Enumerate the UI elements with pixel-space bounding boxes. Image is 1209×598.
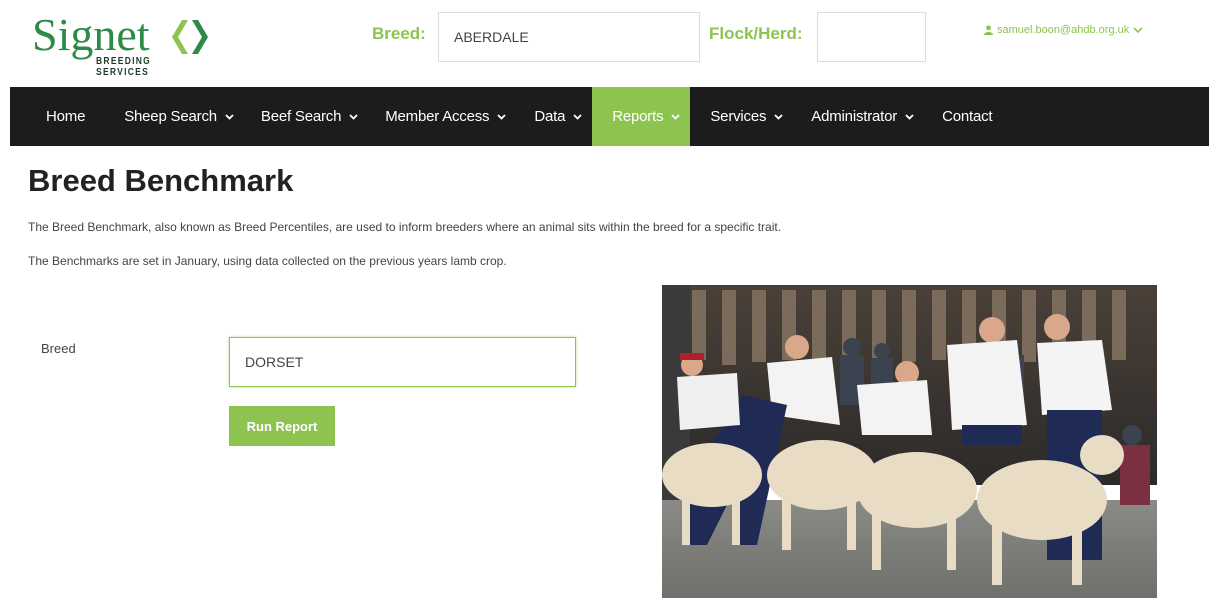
user-menu[interactable]: samuel.boon@ahdb.org.uk xyxy=(984,24,1143,36)
chevron-down-icon xyxy=(497,113,506,120)
user-email: samuel.boon@ahdb.org.uk xyxy=(997,24,1130,36)
nav-item-contact[interactable]: Contact xyxy=(942,87,992,146)
run-report-button[interactable]: Run Report xyxy=(229,406,335,446)
header-flock-input[interactable] xyxy=(817,12,926,62)
nav-item-label: Services xyxy=(710,108,767,125)
nav-item-label: Beef Search xyxy=(260,108,342,125)
chevron-down-icon xyxy=(671,113,681,120)
logo-tagline: BREEDING SERVICES xyxy=(96,56,152,78)
page-description: The Breed Benchmark, also known as Breed… xyxy=(28,220,782,234)
nav-item-services[interactable]: Services xyxy=(690,87,811,146)
chevron-down-icon xyxy=(225,113,234,120)
header-flock-label: Flock/Herd: xyxy=(709,24,803,43)
nav-item-label: Sheep Search xyxy=(124,108,217,125)
site-header: Signet BREEDING SERVICES Breed: Flock/He… xyxy=(0,0,1209,87)
page-description-secondary: The Benchmarks are set in January, using… xyxy=(28,254,507,268)
main-nav: Home Sheep Search Beef Search Member Acc… xyxy=(10,87,1209,146)
nav-item-label: Home xyxy=(46,108,86,125)
chevron-down-icon xyxy=(774,113,783,120)
nav-item-label: Reports xyxy=(612,108,664,125)
page-title: Breed Benchmark xyxy=(28,163,294,198)
header-breed-label: Breed: xyxy=(372,24,426,43)
nav-item-label: Administrator xyxy=(811,108,898,125)
breed-input[interactable] xyxy=(229,337,576,387)
chevron-down-icon xyxy=(573,113,582,120)
nav-item-data[interactable]: Data xyxy=(534,87,592,146)
logo-wordmark: Signet xyxy=(32,9,150,60)
nav-item-administrator[interactable]: Administrator xyxy=(811,87,942,146)
nav-item-label: Contact xyxy=(942,108,993,125)
header-breed-input[interactable] xyxy=(438,12,700,62)
chevron-down-icon xyxy=(349,113,358,120)
sheep-show-photo xyxy=(662,285,1157,598)
nav-item-label: Data xyxy=(534,108,566,125)
nav-item-beef-search[interactable]: Beef Search xyxy=(261,87,385,146)
nav-item-sheep-search[interactable]: Sheep Search xyxy=(124,87,261,146)
chevron-logo-icon xyxy=(172,20,208,54)
breed-field-label: Breed xyxy=(41,341,76,356)
chevron-down-icon xyxy=(905,113,914,120)
nav-item-label: Member Access xyxy=(385,108,490,125)
user-icon xyxy=(984,25,993,35)
chevron-down-icon xyxy=(1133,26,1143,33)
nav-item-home[interactable]: Home xyxy=(10,87,124,146)
nav-item-member-access[interactable]: Member Access xyxy=(385,87,534,146)
nav-item-reports[interactable]: Reports xyxy=(592,87,691,146)
signet-logo[interactable]: Signet BREEDING SERVICES xyxy=(32,9,217,78)
